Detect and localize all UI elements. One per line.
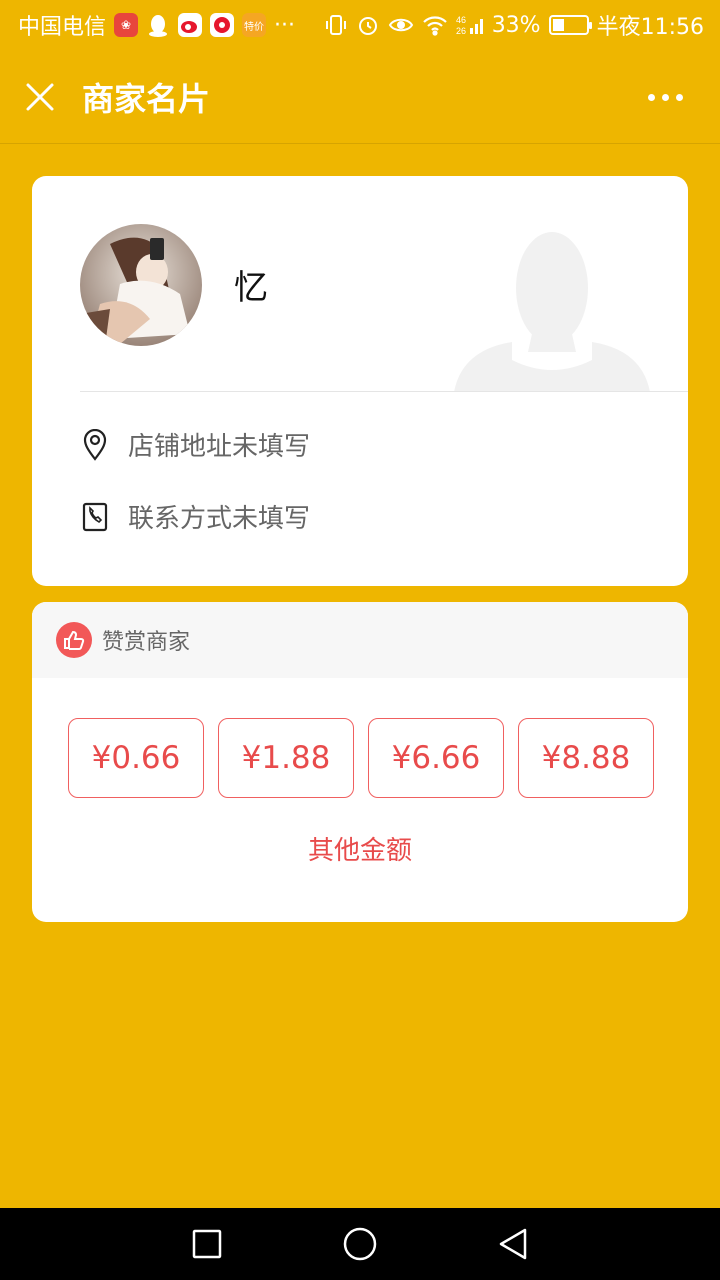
svg-text:26: 26 [456,26,466,36]
status-right: 46 26 33% + 半夜11:56 [324,9,704,41]
phone-icon [80,499,110,535]
page-title: 商家名片 [82,79,211,118]
wifi-icon [422,14,448,36]
back-button[interactable] [478,1214,548,1274]
merchant-name: 忆 [234,268,268,308]
more-notifications: ··· [274,12,295,38]
more-icon [647,93,655,101]
sale-app-icon: 特价 [242,13,267,37]
amount-button[interactable]: ¥0.66 [68,718,204,798]
reward-title: 赞赏商家 [102,630,191,655]
back-icon [500,1228,527,1260]
amount-button[interactable]: ¥1.88 [218,718,354,798]
contact-row[interactable]: 联系方式未填写 [80,498,310,535]
amount-button[interactable]: ¥6.66 [368,718,504,798]
address-row[interactable]: 店铺地址未填写 [80,426,310,463]
divider [80,391,688,392]
battery-icon: + [548,15,592,35]
clock: 半夜11:56 [596,15,704,40]
weibo-icon [178,13,203,37]
nav-bar: 商家名片 [0,50,720,144]
carrier-label: 中国电信 [18,15,107,40]
battery-percent: 33% [491,12,541,38]
merchant-card: 忆 店铺地址未填写 联系方式未填写 [32,176,688,586]
status-bar: 中国电信 ❀ 特价 ··· 46 26 33% + 半夜11:56 [0,0,720,50]
reward-header: 赞赏商家 [32,602,688,678]
home-button[interactable] [325,1214,395,1274]
system-nav-bar [0,1208,720,1280]
address-text: 店铺地址未填写 [128,432,311,462]
close-button[interactable] [0,50,80,144]
gift-app-icon: ❀ [114,13,139,37]
vibrate-icon [324,13,348,37]
eye-icon [388,15,414,35]
alarm-icon [356,13,380,37]
other-amount-link[interactable]: 其他金额 [32,830,688,867]
amount-button[interactable]: ¥8.88 [518,718,654,798]
recent-apps-button[interactable] [172,1214,242,1274]
thumbs-up-icon [56,622,92,658]
reward-card: 赞赏商家 ¥0.66 ¥1.88 ¥6.66 ¥8.88 其他金额 [32,602,688,922]
more-button[interactable] [640,80,690,114]
avatar[interactable] [80,224,202,346]
home-icon [343,1227,377,1261]
location-icon [80,427,110,463]
svg-text:46: 46 [456,15,466,25]
qq-icon [146,13,170,37]
close-icon [26,83,54,110]
amount-options: ¥0.66 ¥1.88 ¥6.66 ¥8.88 [68,718,654,798]
person-silhouette-icon [454,232,650,392]
sina-icon [210,13,235,37]
status-left: 中国电信 ❀ 特价 ··· [18,9,295,41]
signal-icon: 46 26 [456,14,484,36]
contact-text: 联系方式未填写 [128,504,311,534]
recent-apps-icon [192,1229,221,1259]
